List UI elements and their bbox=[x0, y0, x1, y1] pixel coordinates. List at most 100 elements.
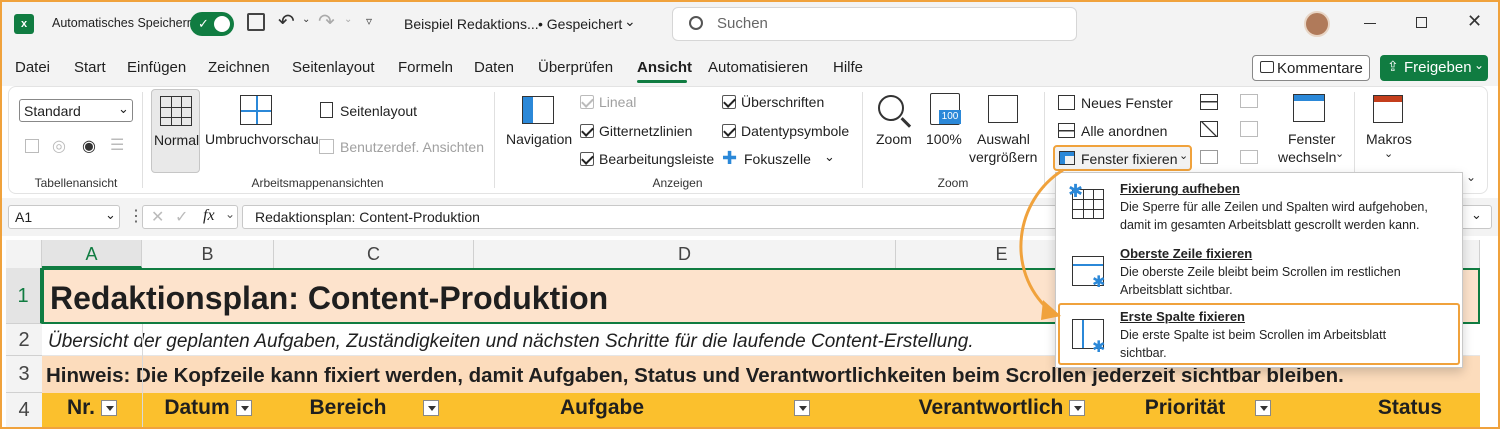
header-verantwortlich[interactable]: Verantwortlich bbox=[896, 393, 1108, 429]
split-icon[interactable] bbox=[1200, 94, 1218, 110]
focus-cell-button[interactable]: Fokuszelle bbox=[744, 151, 811, 167]
row-header-1[interactable]: 1 bbox=[6, 268, 42, 324]
freeze-first-column-desc-line2: sichtbar. bbox=[1120, 346, 1167, 360]
zoom-selection-button[interactable]: Auswahl bbox=[977, 131, 1030, 147]
switch-windows-button-line2[interactable]: wechseln bbox=[1278, 149, 1336, 165]
redo-icon[interactable]: ↷ bbox=[318, 9, 335, 34]
switch-windows-chevron-icon[interactable]: ⌄ bbox=[1335, 147, 1344, 160]
tab-datei[interactable]: Datei bbox=[15, 59, 50, 76]
zoom-button[interactable]: Zoom bbox=[876, 131, 912, 147]
ribbon-collapse-chevron-icon[interactable]: ⌄ bbox=[1466, 170, 1476, 184]
freeze-menu-item-first-column[interactable]: ✱ Erste Spalte fixieren Die erste Spalte … bbox=[1058, 303, 1460, 365]
fx-chevron-icon[interactable]: ⌄ bbox=[225, 207, 235, 221]
header-prioritaet[interactable]: Priorität bbox=[1108, 393, 1308, 429]
tab-einfuegen[interactable]: Einfügen bbox=[127, 59, 186, 76]
tab-daten[interactable]: Daten bbox=[474, 59, 514, 76]
tab-automatisieren[interactable]: Automatisieren bbox=[708, 59, 808, 76]
filter-dropdown-icon[interactable] bbox=[1255, 400, 1272, 416]
comments-button[interactable]: Kommentare bbox=[1252, 55, 1370, 81]
document-title[interactable]: Beispiel Redaktions... bbox=[404, 16, 539, 32]
gridlines-checkbox[interactable]: Gitternetzlinien bbox=[580, 123, 692, 139]
row-header-4[interactable]: 4 bbox=[6, 393, 42, 429]
customize-qat-icon[interactable]: ▿ bbox=[366, 14, 372, 28]
undo-icon[interactable]: ↶ bbox=[278, 9, 295, 34]
filter-dropdown-icon[interactable] bbox=[101, 400, 117, 416]
select-all-corner[interactable] bbox=[6, 240, 42, 268]
unfreeze-text: Fixierung aufheben Die Sperre für alle Ze… bbox=[1120, 180, 1428, 234]
header-bereich[interactable]: Bereich bbox=[274, 393, 474, 429]
navigation-button[interactable]: Navigation bbox=[506, 131, 572, 147]
macros-button[interactable]: Makros bbox=[1366, 131, 1412, 147]
normal-view-label: Normal bbox=[154, 132, 200, 148]
tab-ansicht[interactable]: Ansicht bbox=[637, 59, 692, 76]
enter-icon[interactable]: ✓ bbox=[175, 207, 188, 227]
share-icon: ⇪ bbox=[1387, 58, 1399, 74]
filter-dropdown-icon[interactable] bbox=[794, 400, 810, 416]
zoom-100-button[interactable]: 100% bbox=[926, 131, 962, 147]
page-layout-button[interactable]: Seitenlayout bbox=[340, 103, 417, 119]
datatype-checkbox[interactable]: Datentypsymbole bbox=[722, 123, 849, 139]
freeze-panes-label: Fenster fixieren bbox=[1081, 151, 1178, 167]
unhide-icon bbox=[1200, 150, 1218, 164]
redo-dropdown-icon[interactable]: ⌄ bbox=[344, 14, 352, 25]
row-header-3[interactable]: 3 bbox=[6, 356, 42, 393]
unfreeze-desc-line1: Die Sperre für alle Zeilen und Spalten w… bbox=[1120, 200, 1428, 214]
insert-function-icon[interactable]: fx bbox=[203, 207, 215, 225]
switch-windows-button[interactable]: Fenster bbox=[1288, 131, 1335, 147]
title-chevron-down-icon[interactable]: ⌄ bbox=[624, 13, 636, 30]
header-nr[interactable]: Nr. bbox=[42, 393, 142, 429]
share-label: Freigeben bbox=[1404, 59, 1472, 76]
share-button[interactable]: ⇪ Freigeben ⌄ bbox=[1380, 55, 1488, 81]
name-box[interactable]: A1 ⌄ bbox=[8, 205, 120, 229]
column-header-d[interactable]: D bbox=[474, 240, 896, 268]
sheet-view-new-icon[interactable]: ◉ bbox=[82, 136, 96, 156]
tab-ueberpruefen[interactable]: Überprüfen bbox=[538, 59, 613, 76]
column-header-b[interactable]: B bbox=[142, 240, 274, 268]
focus-cell-chevron-icon[interactable]: ⌄ bbox=[824, 149, 835, 165]
side-by-side-icon bbox=[1240, 94, 1258, 108]
maximize-icon[interactable] bbox=[1416, 17, 1427, 28]
sheet-view-dropdown[interactable]: Standard ⌄ bbox=[19, 99, 133, 122]
tab-hilfe[interactable]: Hilfe bbox=[833, 59, 863, 76]
page-break-preview-button[interactable]: Umbruchvorschau bbox=[205, 131, 319, 147]
filter-dropdown-icon[interactable] bbox=[422, 400, 439, 416]
cancel-icon[interactable]: ✕ bbox=[151, 207, 164, 227]
macros-chevron-icon[interactable]: ⌄ bbox=[1384, 147, 1393, 160]
gridline bbox=[142, 324, 143, 429]
save-icon[interactable] bbox=[247, 13, 265, 31]
sheet-subtitle: Übersicht der geplanten Aufgaben, Zustän… bbox=[48, 331, 974, 352]
formula-bar-checkbox[interactable]: Bearbeitungsleiste bbox=[580, 151, 714, 167]
new-window-button[interactable]: Neues Fenster bbox=[1081, 95, 1173, 111]
column-header-c[interactable]: C bbox=[274, 240, 474, 268]
filter-dropdown-icon[interactable] bbox=[235, 400, 252, 416]
tab-start[interactable]: Start bbox=[74, 59, 106, 76]
close-icon[interactable]: ✕ bbox=[1467, 11, 1482, 32]
arrange-all-button[interactable]: Alle anordnen bbox=[1081, 123, 1167, 139]
minimize-icon[interactable] bbox=[1364, 23, 1376, 24]
header-status[interactable]: Status bbox=[1308, 393, 1480, 429]
search-box[interactable]: Suchen bbox=[672, 7, 1077, 41]
undo-dropdown-icon[interactable]: ⌄ bbox=[302, 14, 310, 25]
freeze-menu-item-top-row[interactable]: ✱ Oberste Zeile fixieren Die oberste Zeil… bbox=[1058, 240, 1460, 300]
headings-checkbox[interactable]: Überschriften bbox=[722, 94, 824, 110]
header-datum[interactable]: Datum bbox=[142, 393, 274, 429]
avatar[interactable] bbox=[1304, 11, 1330, 37]
column-header-a[interactable]: A bbox=[42, 240, 142, 268]
hide-icon[interactable] bbox=[1200, 121, 1218, 137]
freeze-top-row-desc-line2: Arbeitsblatt sichtbar. bbox=[1120, 283, 1233, 297]
formula-content: Redaktionsplan: Content-Produktion bbox=[255, 209, 480, 225]
chevron-down-icon: ⌄ bbox=[118, 101, 129, 116]
tab-zeichnen[interactable]: Zeichnen bbox=[208, 59, 270, 76]
filter-dropdown-icon[interactable] bbox=[1069, 400, 1086, 416]
name-box-chevron-icon: ⌄ bbox=[105, 207, 116, 222]
freeze-menu-item-unfreeze[interactable]: ✱ Fixierung aufheben Die Sperre für alle … bbox=[1058, 175, 1460, 237]
row-header-2[interactable]: 2 bbox=[6, 324, 42, 356]
tab-seitenlayout[interactable]: Seitenlayout bbox=[292, 59, 375, 76]
header-aufgabe[interactable]: Aufgabe bbox=[474, 393, 896, 429]
tab-formeln[interactable]: Formeln bbox=[398, 59, 453, 76]
normal-view-button[interactable]: Normal bbox=[151, 89, 200, 173]
freeze-panes-menu: ✱ Fixierung aufheben Die Sperre für alle … bbox=[1055, 172, 1463, 368]
title-bar: x Automatisches Speichern ✓ ↶ ⌄ ↷ ⌄ ▿ Be… bbox=[0, 0, 1500, 48]
formula-expand-chevron-icon[interactable]: ⌄ bbox=[1471, 207, 1482, 223]
autosave-toggle[interactable]: ✓ bbox=[190, 12, 234, 36]
